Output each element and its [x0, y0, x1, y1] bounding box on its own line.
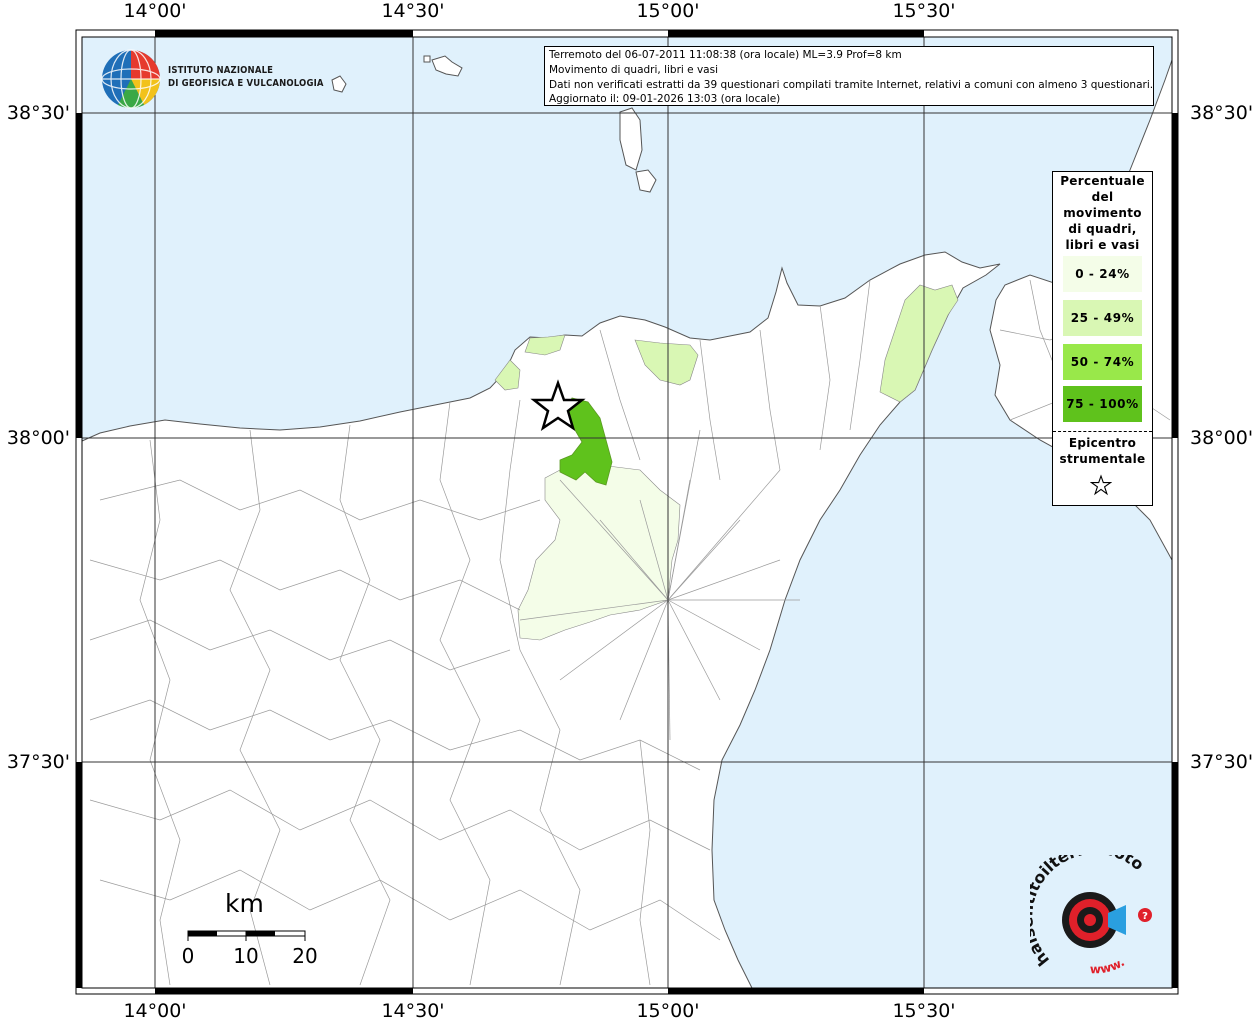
scale-tick-0: 0	[181, 944, 195, 968]
lat-label-right-3: 37°30'	[1190, 751, 1254, 773]
lat-label-left-3: 37°30'	[6, 751, 70, 773]
scale-tick-10: 10	[233, 944, 259, 968]
institute-name: ISTITUTO NAZIONALE DI GEOFISICA E VULCAN…	[168, 64, 324, 90]
lon-label-top-4: 15°30'	[892, 0, 956, 22]
legend-title-line-2: del	[1091, 190, 1114, 204]
institute-line-2: DI GEOFISICA E VULCANOLOGIA	[168, 78, 324, 89]
event-info-box: Terremoto del 06-07-2011 11:08:38 (ora l…	[544, 46, 1154, 106]
legend-title-line-3: movimento	[1063, 206, 1142, 220]
legend-separator	[1053, 431, 1152, 432]
lat-label-right-1: 38°30'	[1190, 102, 1254, 124]
lon-label-bottom-4: 15°30'	[892, 1000, 956, 1022]
svg-text:www.: www.	[1090, 955, 1127, 976]
legend-class-50-74: 50 - 74%	[1063, 344, 1142, 380]
legend-class-0-24: 0 - 24%	[1063, 256, 1142, 292]
legend-epicenter-line-2: strumentale	[1059, 452, 1146, 466]
lon-label-top-2: 14°30'	[381, 0, 445, 22]
ingv-globe-logo	[101, 49, 161, 109]
legend-epicenter-label: Epicentro strumentale	[1053, 435, 1152, 467]
lon-label-top-1: 14°00'	[123, 0, 187, 22]
event-info-line-2: Movimento di quadri, libri e vasi	[549, 63, 718, 76]
lon-label-bottom-3: 15°00'	[636, 1000, 700, 1022]
lon-label-top-3: 15°00'	[636, 0, 700, 22]
haisentito-logo: haisentitoilterremoto.it www. ?	[1030, 855, 1152, 976]
legend: Percentuale del movimento di quadri, lib…	[1052, 171, 1153, 506]
lat-label-left-1: 38°30'	[6, 102, 70, 124]
lon-label-bottom-1: 14°00'	[123, 1000, 187, 1022]
event-info-line-1: Terremoto del 06-07-2011 11:08:38 (ora l…	[549, 49, 902, 61]
scale-tick-20: 20	[292, 944, 318, 968]
svg-text:?: ?	[1142, 911, 1148, 922]
island-small	[423, 55, 431, 63]
scale-unit-label: km	[225, 889, 264, 918]
logo-www-text: www.	[1090, 955, 1127, 976]
lat-label-left-2: 38°00'	[6, 427, 70, 449]
legend-class-75-100: 75 - 100%	[1063, 386, 1142, 422]
legend-title-line-1: Percentuale	[1060, 174, 1145, 188]
event-info-line-3: Dati non verificati estratti da 39 quest…	[549, 78, 1154, 91]
legend-star-icon	[1090, 474, 1112, 496]
legend-class-25-49: 25 - 49%	[1063, 300, 1142, 336]
institute-line-1: ISTITUTO NAZIONALE	[168, 65, 274, 76]
lon-label-bottom-2: 14°30'	[381, 1000, 445, 1022]
event-info-line-4: Aggiornato il: 09-01-2026 13:03 (ora loc…	[549, 93, 781, 106]
legend-title: Percentuale del movimento di quadri, lib…	[1053, 172, 1152, 253]
legend-epicenter-line-1: Epicentro	[1068, 436, 1137, 450]
legend-title-line-4: di quadri,	[1068, 222, 1137, 236]
lat-label-right-2: 38°00'	[1190, 427, 1254, 449]
legend-title-line-5: libri e vasi	[1065, 238, 1140, 252]
